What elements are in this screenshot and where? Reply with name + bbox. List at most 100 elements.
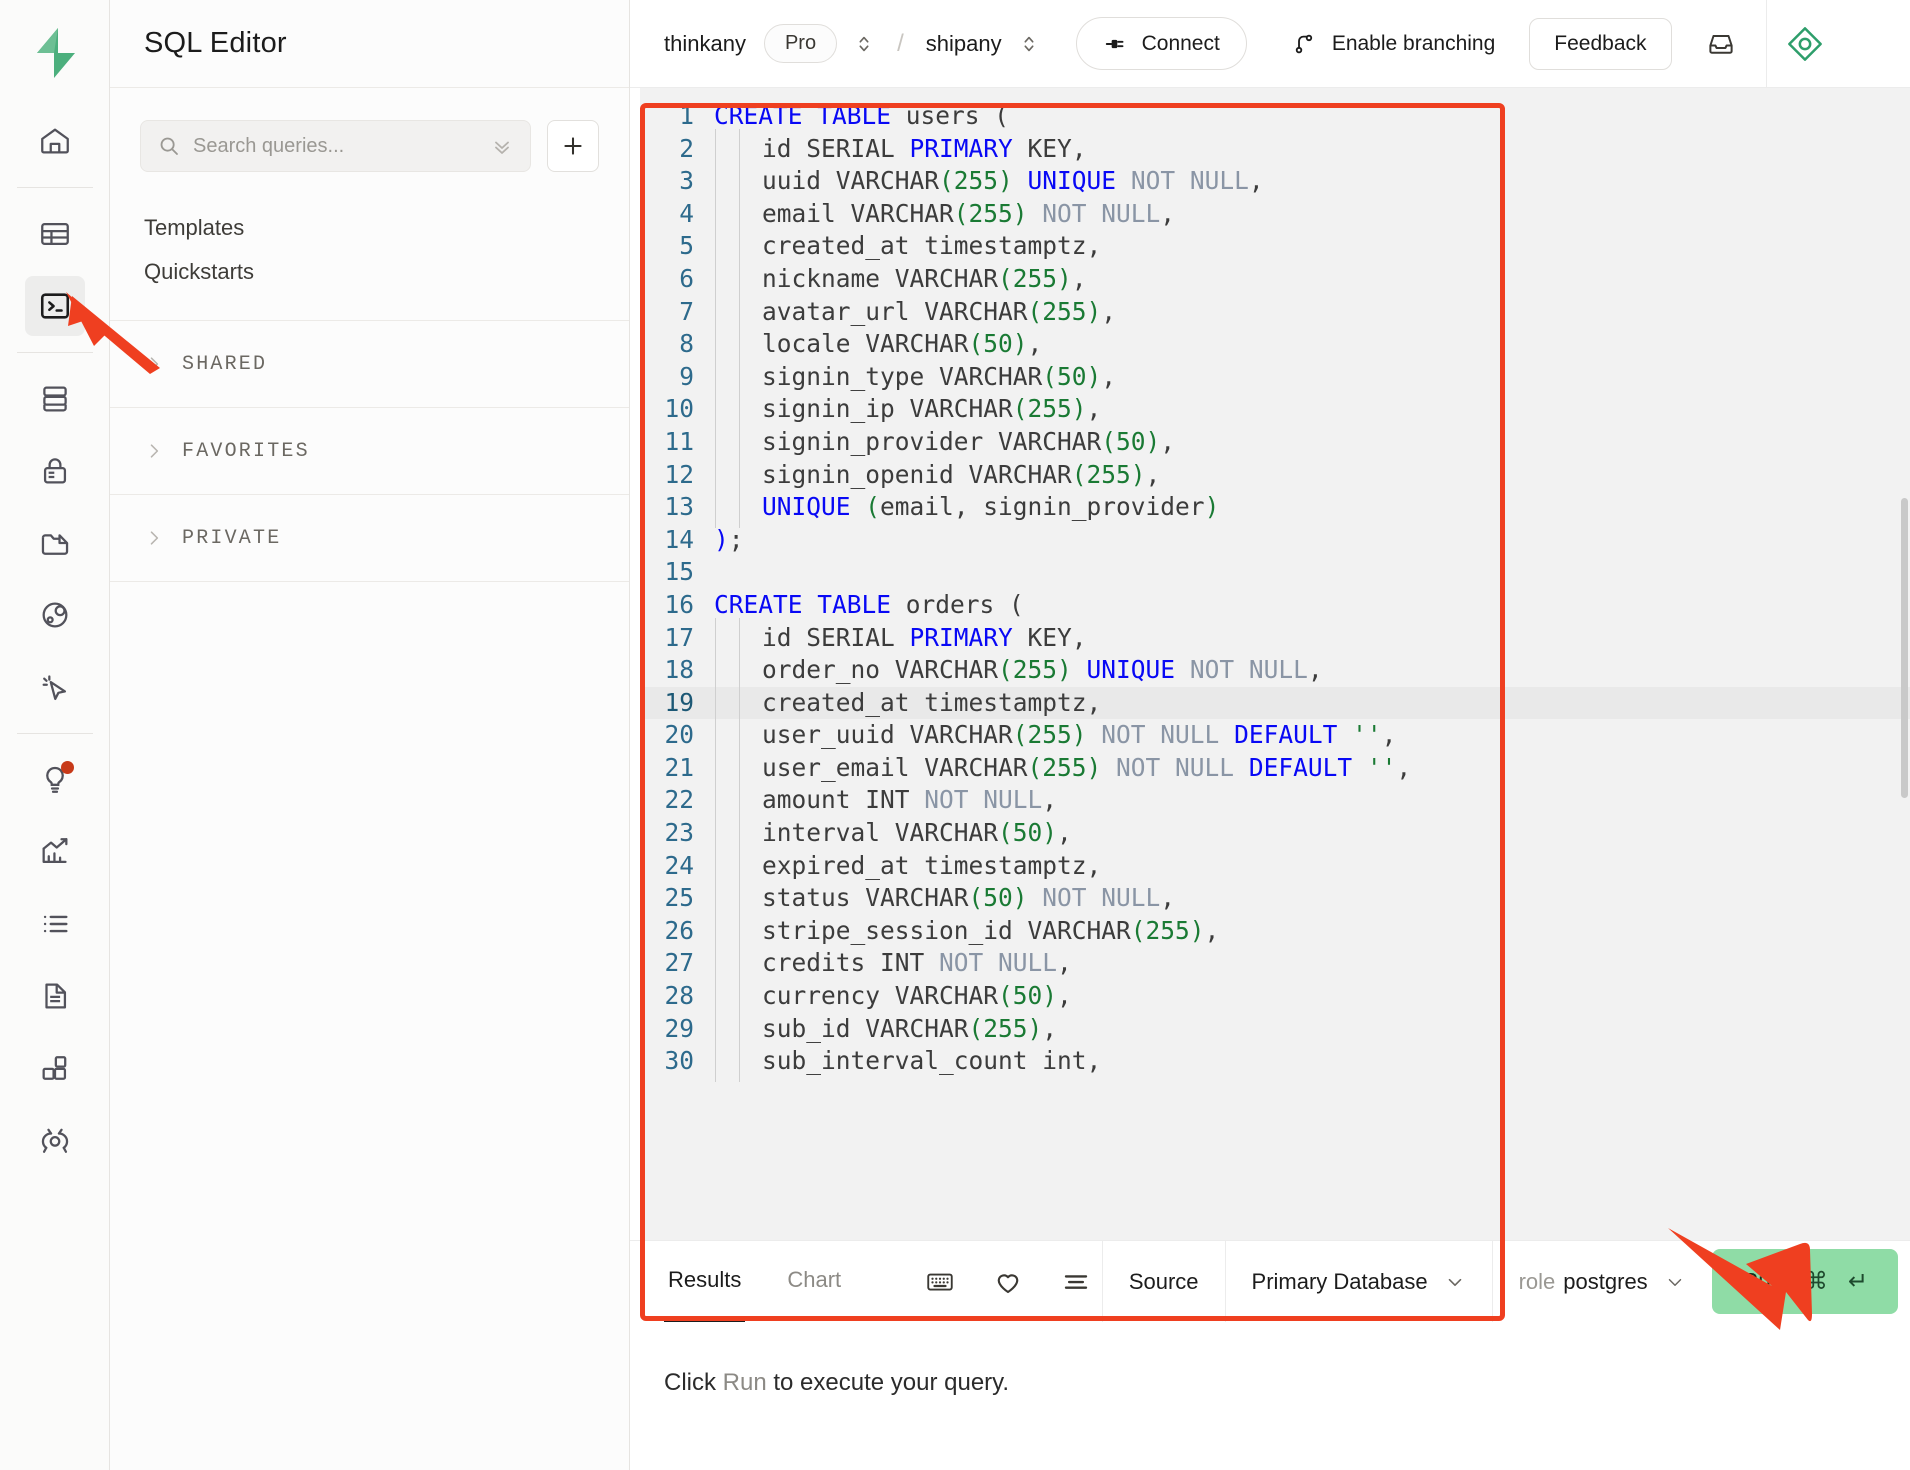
line-number: 24	[664, 850, 694, 880]
code-line[interactable]: 30 sub_interval_count int,	[640, 1041, 1910, 1082]
code-lines[interactable]: 1 CREATE TABLE users (2 id SERIAL PRIMARY…	[640, 88, 1910, 1082]
project-switcher-icon[interactable]	[1018, 31, 1040, 57]
code-line[interactable]: 13 UNIQUE (email, signin_provider)	[640, 487, 1910, 528]
code-token: ,	[1160, 198, 1176, 228]
tab-chart[interactable]: Chart	[783, 1241, 845, 1322]
code-token: (255)	[1027, 752, 1102, 782]
code-line[interactable]: 8 locale VARCHAR(50),	[640, 324, 1910, 365]
code-line[interactable]: 18 order_no VARCHAR(255) UNIQUE NOT NULL…	[640, 650, 1910, 691]
favorite-heart-icon[interactable]	[993, 1267, 1023, 1297]
indent-guide	[714, 1008, 738, 1049]
feedback-button[interactable]: Feedback	[1529, 17, 1672, 70]
project-settings-gear-icon[interactable]	[25, 1110, 85, 1170]
code-editor[interactable]: 1 CREATE TABLE users (2 id SERIAL PRIMARY…	[640, 88, 1910, 1240]
indent-guide	[714, 324, 738, 365]
sidebar-section-private[interactable]: PRIVATE	[110, 494, 629, 581]
plan-badge[interactable]: Pro	[763, 24, 838, 63]
breadcrumb-project[interactable]: shipany	[926, 31, 1002, 57]
org-switcher-icon[interactable]	[853, 31, 875, 57]
indent-guide	[738, 421, 762, 463]
table-editor-icon[interactable]	[25, 204, 85, 264]
search-input[interactable]: Search queries...	[140, 120, 531, 172]
storage-folder-icon[interactable]	[25, 513, 85, 573]
code-line[interactable]: 29 sub_id VARCHAR(255),	[640, 1008, 1910, 1049]
api-docs-icon[interactable]	[25, 966, 85, 1026]
run-button[interactable]: Run ⌘ ↵	[1711, 1249, 1898, 1314]
code-line[interactable]: 17 id SERIAL PRIMARY KEY,	[640, 617, 1910, 658]
enable-branching-button[interactable]: Enable branching	[1291, 29, 1495, 59]
code-line[interactable]: 27 credits INT NOT NULL,	[640, 943, 1910, 984]
code-line[interactable]: 24 expired_at timestamptz,	[640, 845, 1910, 886]
breadcrumb-org[interactable]: thinkany	[664, 31, 746, 57]
code-line[interactable]: 14);	[640, 524, 1910, 557]
line-number: 25	[664, 883, 694, 913]
keyboard-shortcuts-icon[interactable]	[925, 1267, 955, 1297]
code-line[interactable]: 21 user_email VARCHAR(255) NOT NULL DEFA…	[640, 747, 1910, 789]
chevron-down-icon	[1444, 1271, 1466, 1293]
connect-button[interactable]: Connect	[1075, 17, 1247, 70]
edge-functions-icon[interactable]	[25, 585, 85, 645]
code-line[interactable]: 10 signin_ip VARCHAR(255),	[640, 389, 1910, 430]
code-token: ,	[1057, 818, 1072, 848]
code-line[interactable]: 28 currency VARCHAR(50),	[640, 976, 1910, 1017]
code-line[interactable]: 11 signin_provider VARCHAR(50),	[640, 421, 1910, 463]
code-line[interactable]: 4 email VARCHAR(255) NOT NULL,	[640, 193, 1910, 234]
code-token: ;	[728, 524, 744, 554]
chevrons-down-icon[interactable]	[490, 134, 514, 158]
indent-guide	[738, 389, 762, 430]
main-panel: thinkany Pro / shipany Connect Enable br…	[630, 0, 1910, 1470]
code-line[interactable]: 6 nickname VARCHAR(255),	[640, 259, 1910, 300]
code-line[interactable]: 22 amount INT NOT NULL,	[640, 780, 1910, 821]
sidebar-section-shared[interactable]: SHARED	[110, 320, 629, 407]
sidebar-section-label: FAVORITES	[182, 439, 310, 463]
code-line[interactable]: 12 signin_openid VARCHAR(255),	[640, 454, 1910, 495]
code-line[interactable]: 3 uuid VARCHAR(255) UNIQUE NOT NULL,	[640, 161, 1910, 202]
connect-label: Connect	[1141, 31, 1220, 55]
logs-list-icon[interactable]	[25, 894, 85, 954]
code-line[interactable]: 25 status VARCHAR(50) NOT NULL,	[640, 878, 1910, 919]
assistant-diamond-icon[interactable]	[1767, 0, 1843, 88]
auth-lock-icon[interactable]	[25, 441, 85, 501]
reports-chart-icon[interactable]	[25, 822, 85, 882]
code-line[interactable]: 9 signin_type VARCHAR(50),	[640, 356, 1910, 397]
inbox-icon[interactable]	[1706, 29, 1736, 59]
code-line[interactable]: 5 created_at timestamptz,	[640, 226, 1910, 267]
indent-guide	[738, 454, 762, 495]
code-token: uuid VARCHAR	[762, 166, 940, 196]
code-line[interactable]: 15	[640, 556, 1910, 589]
code-line[interactable]: 2 id SERIAL PRIMARY KEY,	[640, 128, 1910, 169]
realtime-cursor-icon[interactable]	[25, 657, 85, 717]
code-line[interactable]: 26 stripe_session_id VARCHAR(255),	[640, 910, 1910, 951]
code-line[interactable]: 16 CREATE TABLE orders (	[640, 589, 1910, 622]
new-query-button[interactable]	[547, 120, 599, 172]
indent-guide	[738, 813, 762, 854]
plug-icon	[1103, 31, 1129, 57]
line-number: 6	[679, 263, 694, 293]
role-selector[interactable]: role postgres	[1491, 1241, 1712, 1322]
source-button[interactable]: Source	[1101, 1241, 1225, 1322]
code-line[interactable]: 23 interval VARCHAR(50),	[640, 813, 1910, 854]
format-lines-icon[interactable]	[1061, 1267, 1091, 1297]
branching-label: Enable branching	[1331, 31, 1496, 55]
code-line[interactable]: 7 avatar_url VARCHAR(255),	[640, 291, 1910, 332]
code-token: ''	[1366, 752, 1397, 782]
sql-editor-icon[interactable]	[24, 276, 85, 336]
code-line[interactable]: 19 created_at timestamptz,	[640, 682, 1910, 723]
code-token: signin_openid VARCHAR	[762, 459, 1072, 489]
sidebar-item-templates[interactable]: Templates	[110, 206, 629, 250]
home-icon[interactable]	[25, 111, 85, 171]
indent-guide	[714, 1041, 738, 1082]
supabase-logo[interactable]	[0, 0, 110, 105]
tab-results[interactable]: Results	[664, 1241, 746, 1322]
sidebar-item-quickstarts[interactable]: Quickstarts	[110, 250, 629, 294]
advisors-lightbulb-icon[interactable]	[25, 750, 85, 810]
sidebar-section-favorites[interactable]: FAVORITES	[110, 407, 629, 494]
code-line[interactable]: 20 user_uuid VARCHAR(255) NOT NULL DEFAU…	[640, 715, 1910, 756]
integrations-blocks-icon[interactable]	[25, 1038, 85, 1098]
code-line[interactable]: 1 CREATE TABLE users (	[640, 100, 1910, 133]
editor-scrollbar[interactable]	[1901, 498, 1908, 798]
database-icon[interactable]	[25, 369, 85, 429]
line-number: 18	[664, 655, 694, 685]
database-selector[interactable]: Primary Database	[1224, 1241, 1492, 1322]
